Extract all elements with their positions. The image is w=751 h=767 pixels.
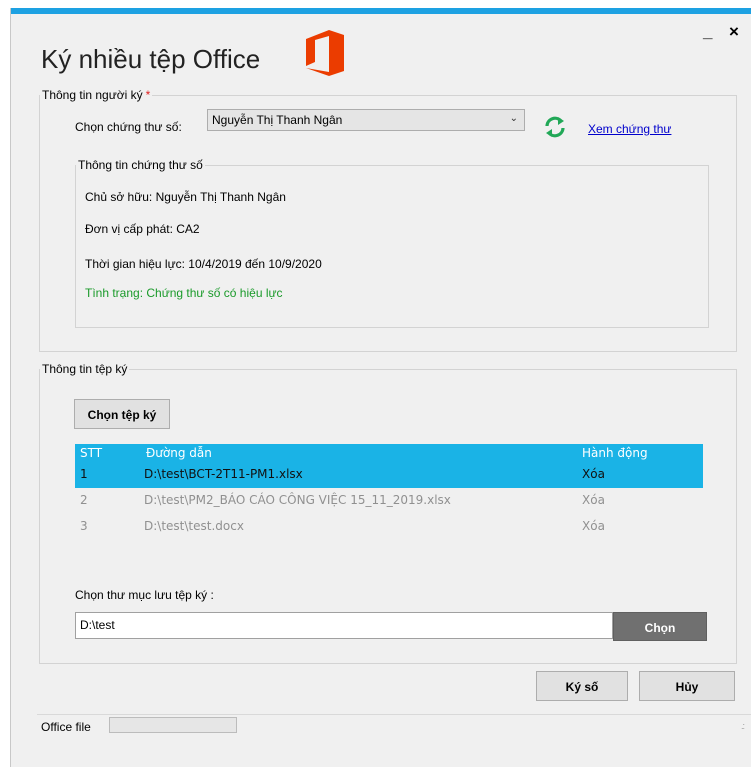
chevron-down-icon: ⌄ — [509, 113, 518, 124]
window-title: Ký nhiều tệp Office — [41, 44, 261, 74]
row-path: D:\test\BCT-2T11-PM1.xlsx — [144, 467, 303, 481]
row-path: D:\test\test.docx — [144, 519, 244, 533]
required-mark: * — [145, 88, 151, 102]
minimize-button[interactable]: _ — [703, 22, 712, 42]
close-button[interactable]: × — [729, 22, 739, 42]
table-row[interactable]: 3 D:\test\test.docx Xóa — [75, 514, 703, 540]
choose-folder-button[interactable]: Chọn — [613, 612, 707, 641]
cert-info-group: Thông tin chứng thư số — [75, 158, 709, 328]
table-header: STT Đường dẫn Hành động — [75, 444, 703, 462]
office-logo-icon — [306, 30, 344, 76]
delete-link[interactable]: Xóa — [582, 519, 605, 533]
app-window: Ký nhiều tệp Office _ × Thông tin người … — [10, 8, 751, 767]
sign-button[interactable]: Ký số — [536, 671, 628, 701]
files-table: STT Đường dẫn Hành động 1 D:\test\BCT-2T… — [75, 444, 703, 540]
cancel-button[interactable]: Hủy — [639, 671, 735, 701]
refresh-icon[interactable] — [542, 115, 568, 139]
delete-link[interactable]: Xóa — [582, 493, 605, 507]
cert-owner: Chủ sở hữu: Nguyễn Thị Thanh Ngân — [85, 190, 286, 204]
status-label: Office file — [41, 720, 91, 734]
col-header-stt: STT — [80, 446, 103, 460]
cert-issuer: Đơn vị cấp phát: CA2 — [85, 222, 200, 236]
resize-grip-icon[interactable]: .: — [741, 721, 745, 731]
cert-status: Tình trạng: Chứng thư số có hiệu lực — [85, 286, 283, 300]
table-row[interactable]: 2 D:\test\PM2_BÁO CÁO CÔNG VIỆC 15_11_20… — [75, 488, 703, 514]
delete-link[interactable]: Xóa — [582, 467, 605, 481]
progress-bar — [109, 717, 237, 733]
row-number: 2 — [80, 493, 88, 507]
cert-label: Chọn chứng thư số: — [75, 120, 182, 134]
status-bar: Office file .: — [37, 714, 751, 737]
cert-info-legend: Thông tin chứng thư số — [78, 158, 203, 172]
cert-validity: Thời gian hiệu lực: 10/4/2019 đến 10/9/2… — [85, 257, 322, 271]
row-number: 1 — [80, 467, 88, 481]
accent-bar — [11, 8, 751, 14]
signer-group-legend: Thông tin người ký * — [42, 88, 151, 102]
col-header-path: Đường dẫn — [146, 446, 212, 460]
folder-label: Chọn thư mục lưu tệp ký : — [75, 588, 214, 602]
row-path: D:\test\PM2_BÁO CÁO CÔNG VIỆC 15_11_2019… — [144, 493, 451, 507]
view-cert-link[interactable]: Xem chứng thư — [588, 122, 671, 136]
folder-input[interactable]: D:\test — [75, 612, 613, 639]
table-row[interactable]: 1 D:\test\BCT-2T11-PM1.xlsx Xóa — [75, 462, 703, 488]
choose-files-button[interactable]: Chọn tệp ký — [74, 399, 170, 429]
cert-select[interactable]: Nguyễn Thị Thanh Ngân ⌄ — [207, 109, 525, 131]
col-header-action: Hành động — [582, 446, 648, 460]
row-number: 3 — [80, 519, 88, 533]
files-group-legend: Thông tin tệp ký — [42, 362, 128, 376]
cert-select-value: Nguyễn Thị Thanh Ngân — [212, 113, 343, 127]
